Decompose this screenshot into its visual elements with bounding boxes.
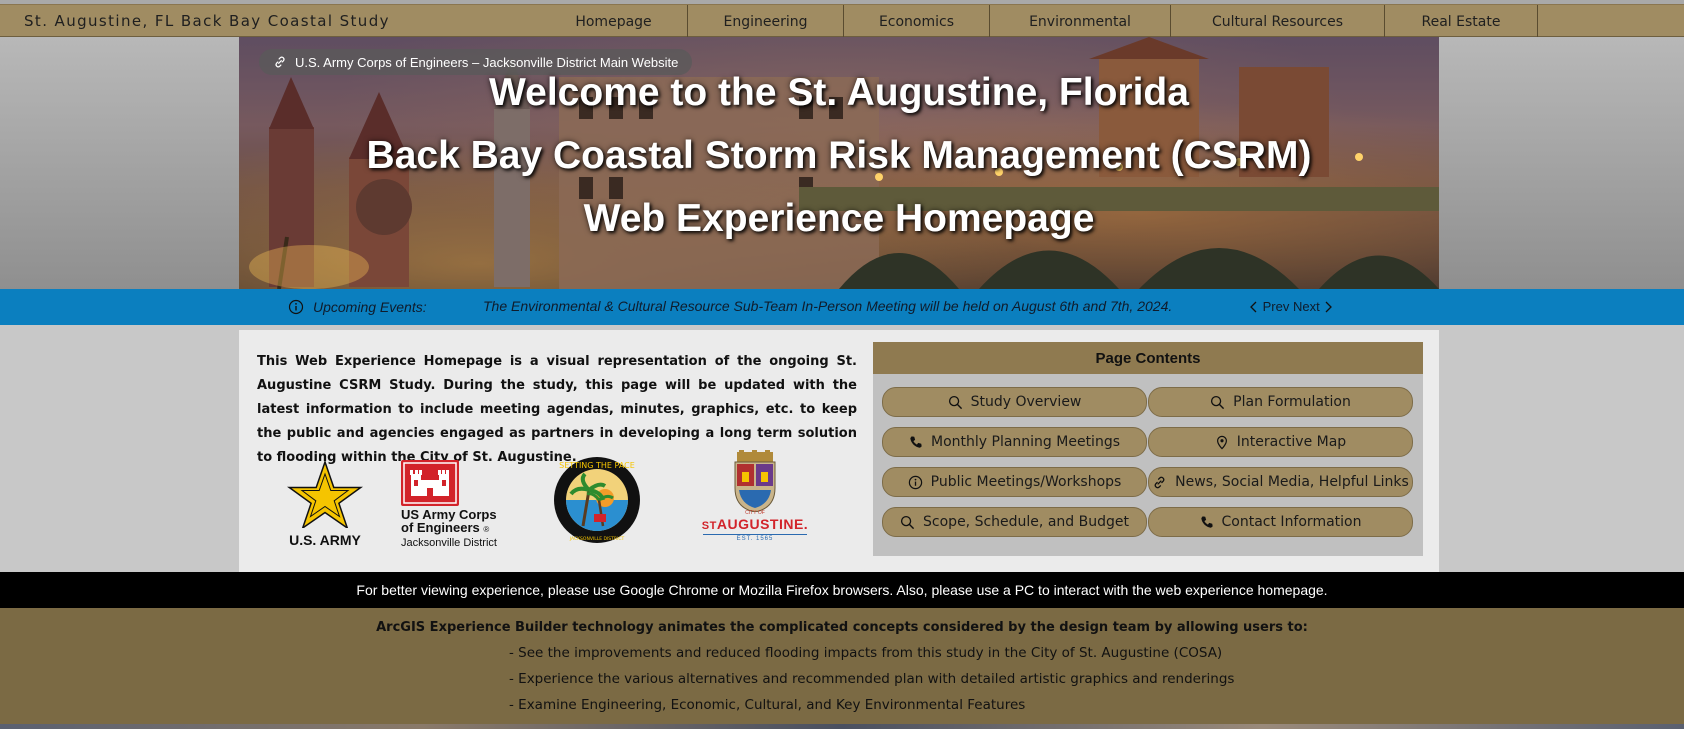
scope-schedule-budget-button[interactable]: Scope, Schedule, and Budget (882, 507, 1147, 537)
next-event-button[interactable]: Next (1293, 299, 1333, 314)
nav-homepage[interactable]: Homepage (540, 5, 688, 38)
browser-notice: For better viewing experience, please us… (0, 572, 1684, 608)
chevron-left-icon (1250, 301, 1257, 313)
usace-logo-line-2: of Engineers (401, 520, 480, 535)
us-army-logo-text: U.S. ARMY (289, 532, 361, 548)
description-bullet-2: - Experience the various alternatives an… (509, 671, 1235, 687)
pace-bottom-text: JACKSONVILLE DISTRICT (569, 536, 625, 542)
nav-real-estate[interactable]: Real Estate (1385, 5, 1538, 38)
search-icon (1211, 395, 1225, 409)
interactive-map-label: Interactive Map (1236, 434, 1347, 450)
setting-the-pace-emblem: SETTING THE PACE JACKSONVILLE DISTRICT (554, 457, 640, 543)
description-bullet-1: - See the improvements and reduced flood… (509, 645, 1223, 661)
registered-mark: ® (483, 525, 490, 534)
nav-cultural-resources[interactable]: Cultural Resources (1171, 5, 1385, 38)
news-social-media-links-label: News, Social Media, Helpful Links (1175, 474, 1409, 490)
experience-builder-description: ArcGIS Experience Builder technology ani… (0, 608, 1684, 729)
top-nav: St. Augustine, FL Back Bay Coastal Study… (0, 4, 1684, 38)
search-icon (900, 515, 915, 529)
hero-title-line-2: Back Bay Coastal Storm Risk Management (… (366, 134, 1312, 177)
link-icon (275, 56, 285, 68)
link-icon (1154, 476, 1165, 488)
pace-ring-text: SETTING THE PACE (559, 461, 635, 470)
phone-icon (910, 436, 922, 448)
page-contents-title: Page Contents (873, 342, 1423, 374)
city-st-prefix: ST (701, 520, 717, 532)
page-contents-panel: Page Contents Study Overview Plan Formul… (873, 342, 1423, 556)
nav-engineering[interactable]: Engineering (688, 5, 844, 38)
contact-information-label: Contact Information (1221, 514, 1362, 530)
army-star-icon (286, 459, 364, 530)
info-icon (908, 475, 922, 489)
castle-icon (401, 460, 459, 506)
intro-panel: This Web Experience Homepage is a visual… (239, 330, 1439, 572)
public-meetings-workshops-button[interactable]: Public Meetings/Workshops (882, 467, 1147, 497)
upcoming-event-text: The Environmental & Cultural Resource Su… (483, 298, 1173, 314)
public-meetings-workshops-label: Public Meetings/Workshops (930, 474, 1122, 490)
bottom-image-strip (0, 724, 1684, 729)
monthly-planning-meetings-label: Monthly Planning Meetings (931, 434, 1120, 450)
description-heading: ArcGIS Experience Builder technology ani… (376, 620, 1308, 635)
city-crest-icon (734, 450, 776, 513)
site-title[interactable]: St. Augustine, FL Back Bay Coastal Study (24, 12, 390, 30)
setting-the-pace-logo: SETTING THE PACE JACKSONVILLE DISTRICT (553, 456, 641, 544)
description-bullet-3: - Examine Engineering, Economic, Cultura… (509, 697, 1026, 713)
us-army-logo: U.S. ARMY (285, 459, 365, 550)
prev-label: Prev (1262, 299, 1290, 314)
plan-formulation-label: Plan Formulation (1233, 394, 1351, 410)
interactive-map-button[interactable]: Interactive Map (1148, 427, 1413, 457)
hero-title-line-3: Web Experience Homepage (583, 197, 1095, 240)
city-est-text: EST. 1565 (736, 536, 774, 542)
study-overview-label: Study Overview (970, 394, 1082, 410)
upcoming-events-label: Upcoming Events: (313, 299, 427, 315)
prev-event-button[interactable]: Prev (1249, 299, 1289, 314)
plan-formulation-button[interactable]: Plan Formulation (1148, 387, 1413, 417)
chevron-right-icon (1325, 301, 1333, 313)
search-icon (948, 395, 962, 409)
city-name-text: AUGUSTINE. (716, 516, 809, 532)
usace-logo-district: Jacksonville District (401, 537, 497, 549)
usace-jacksonville-link-label: U.S. Army Corps of Engineers – Jacksonvi… (295, 54, 679, 70)
upcoming-events-bar: Upcoming Events: The Environmental & Cul… (0, 289, 1684, 325)
phone-icon (1200, 516, 1213, 528)
contact-information-button[interactable]: Contact Information (1148, 507, 1413, 537)
info-icon (288, 299, 304, 315)
hero-banner: U.S. Army Corps of Engineers – Jacksonvi… (239, 37, 1439, 289)
next-label: Next (1293, 299, 1320, 314)
usace-logo: US Army Corps of Engineers ® Jacksonvill… (401, 460, 511, 550)
study-overview-button[interactable]: Study Overview (882, 387, 1147, 417)
city-of-st-augustine-logo: CITY OF STAUGUSTINE. EST. 1565 (695, 450, 815, 548)
monthly-planning-meetings-button[interactable]: Monthly Planning Meetings (882, 427, 1147, 457)
scope-schedule-budget-label: Scope, Schedule, and Budget (923, 514, 1129, 530)
nav-economics[interactable]: Economics (844, 5, 990, 38)
nav-environmental[interactable]: Environmental (990, 5, 1171, 38)
map-pin-icon (1216, 435, 1227, 449)
news-social-media-links-button[interactable]: News, Social Media, Helpful Links (1148, 467, 1413, 497)
hero-title-line-1: Welcome to the St. Augustine, Florida (489, 71, 1189, 114)
browser-notice-text: For better viewing experience, please us… (356, 582, 1328, 598)
